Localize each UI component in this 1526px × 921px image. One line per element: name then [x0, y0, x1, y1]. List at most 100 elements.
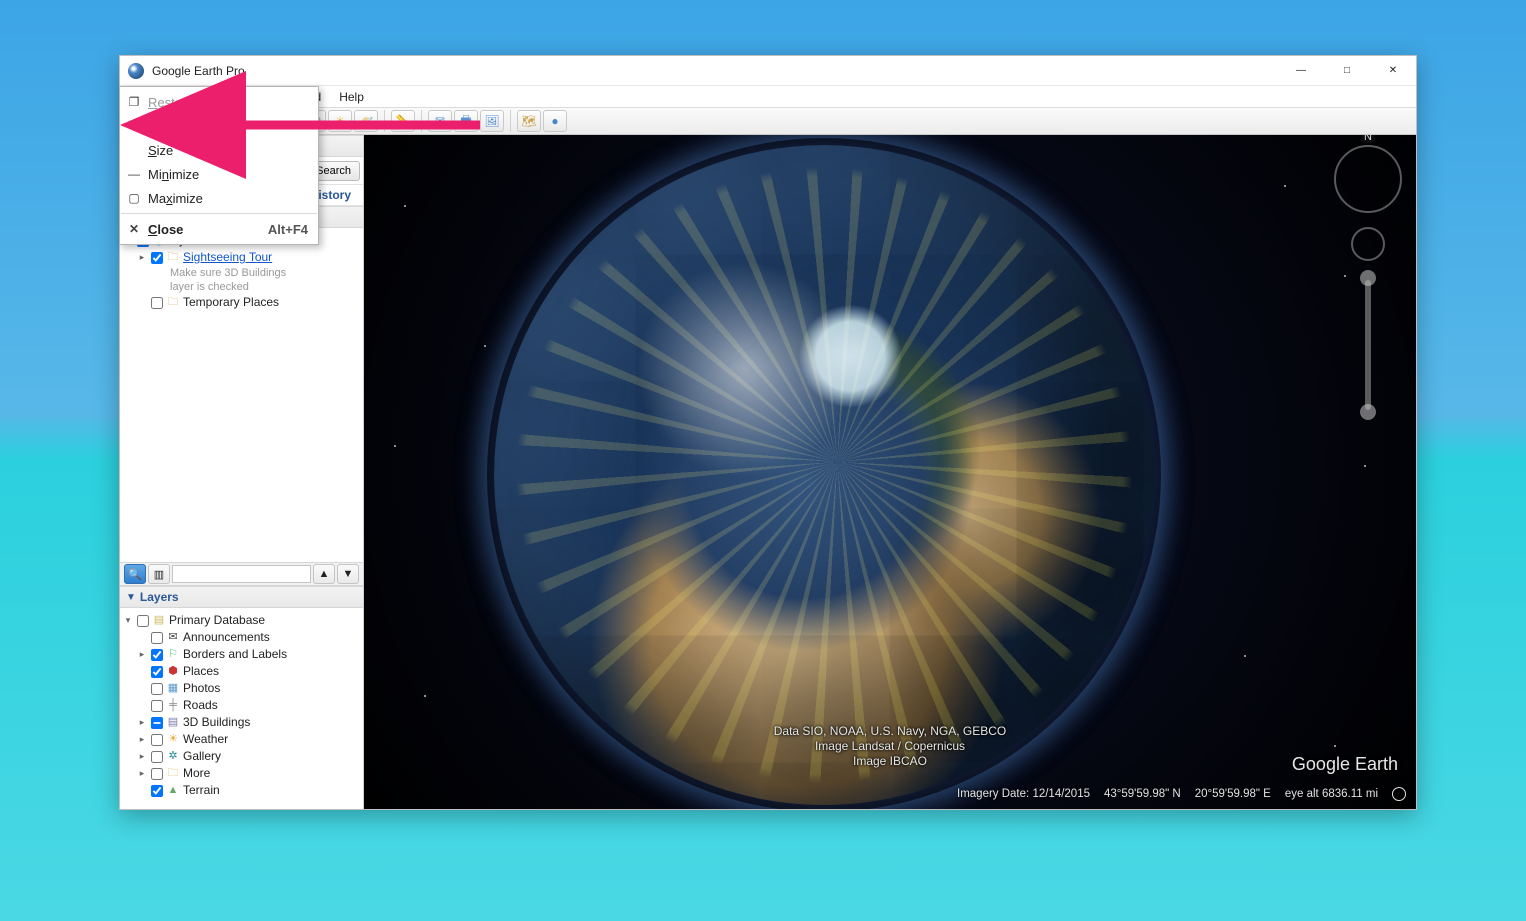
- layer-label: Gallery: [183, 748, 221, 765]
- layers-panel-header[interactable]: ▼ Layers: [120, 586, 363, 608]
- layer-icon: ▤: [166, 716, 180, 730]
- filter-input[interactable]: [172, 565, 311, 583]
- close-button[interactable]: ✕: [1370, 56, 1416, 86]
- checkbox[interactable]: [151, 768, 163, 780]
- panel-toggle-button[interactable]: ▥: [148, 564, 170, 584]
- look-joystick[interactable]: [1351, 227, 1385, 261]
- layer-icon: ▲: [166, 784, 180, 798]
- layers-tree: ▾ ▤ Primary Database ✉Announcements▸⚐Bor…: [120, 608, 363, 809]
- layer-label: Terrain: [183, 782, 220, 799]
- attribution-line: Data SIO, NOAA, U.S. Navy, NGA, GEBCO: [774, 724, 1007, 739]
- layer-label: Places: [183, 663, 219, 680]
- folder-icon: 🗀: [166, 296, 180, 310]
- layer-label: Roads: [183, 697, 218, 714]
- expand-icon[interactable]: ▸: [136, 714, 148, 731]
- checkbox[interactable]: [137, 615, 149, 627]
- layer-row[interactable]: ▸▤3D Buildings: [122, 714, 361, 731]
- layer-row[interactable]: ▸ ☀Weather: [122, 731, 361, 748]
- maximize-button[interactable]: □: [1324, 56, 1370, 86]
- layer-icon: ✲: [166, 750, 180, 764]
- maximize-icon: ▢: [126, 191, 142, 205]
- sysmenu-close[interactable]: ✕ Close Alt+F4: [120, 217, 318, 241]
- layer-icon: ☀: [166, 733, 180, 747]
- checkbox[interactable]: [151, 632, 163, 644]
- layer-icon: ⚐: [166, 648, 180, 662]
- layer-row[interactable]: ▦Photos: [122, 680, 361, 697]
- expand-icon[interactable]: ▸: [136, 646, 148, 663]
- record-indicator-icon: [1392, 787, 1406, 801]
- places-mini-toolbar: 🔍 ▥ ▲ ▼: [120, 562, 363, 586]
- zoom-slider[interactable]: [1365, 280, 1371, 410]
- view-in-maps-button[interactable]: 🗺: [517, 110, 541, 132]
- layer-row[interactable]: ✉Announcements: [122, 629, 361, 646]
- layer-row[interactable]: ⬢Places: [122, 663, 361, 680]
- tree-row-primary-db[interactable]: ▾ ▤ Primary Database: [122, 612, 361, 629]
- layer-icon: ╪: [166, 699, 180, 713]
- layer-row[interactable]: ╪Roads: [122, 697, 361, 714]
- hint-text: Make sure 3D Buildings: [170, 266, 361, 280]
- app-icon[interactable]: [128, 63, 144, 79]
- sysmenu-restore: ❐ Restore: [120, 90, 318, 114]
- compass-control[interactable]: N: [1334, 145, 1402, 213]
- titlebar[interactable]: Google Earth Pro — □ ✕: [120, 56, 1416, 86]
- close-icon: ✕: [126, 222, 142, 236]
- print-button[interactable]: 🖶: [454, 110, 478, 132]
- statusbar: Imagery Date: 12/14/2015 43°59'59.98" N …: [957, 787, 1406, 801]
- tree-row-sightseeing[interactable]: ▸ 🗀 Sightseeing Tour: [122, 249, 361, 266]
- sysmenu-size[interactable]: Size: [120, 138, 318, 162]
- ruler-button[interactable]: 📏: [391, 110, 415, 132]
- layer-icon: ✉: [166, 631, 180, 645]
- email-button[interactable]: ✉: [428, 110, 452, 132]
- imagery-attribution: Data SIO, NOAA, U.S. Navy, NGA, GEBCO Im…: [774, 724, 1007, 769]
- checkbox[interactable]: [151, 683, 163, 695]
- checkbox[interactable]: [151, 297, 163, 309]
- sysmenu-minimize[interactable]: — Minimize: [120, 162, 318, 186]
- window-title: Google Earth Pro: [152, 64, 245, 78]
- checkbox[interactable]: [151, 700, 163, 712]
- attribution-line: Image IBCAO: [774, 754, 1007, 769]
- checkbox[interactable]: [151, 785, 163, 797]
- checkbox[interactable]: [151, 252, 163, 264]
- save-image-button[interactable]: 🖼: [480, 110, 504, 132]
- find-button[interactable]: 🔍: [124, 564, 146, 584]
- minimize-icon: —: [126, 167, 142, 181]
- tree-label: Primary Database: [169, 612, 265, 629]
- globe-view-button[interactable]: ●: [543, 110, 567, 132]
- checkbox[interactable]: [151, 751, 163, 763]
- status-alt: eye alt 6836.11 mi: [1285, 788, 1378, 800]
- sunlight-button[interactable]: ☀: [328, 110, 352, 132]
- compass-north-label: N: [1361, 135, 1375, 143]
- minimize-button[interactable]: —: [1278, 56, 1324, 86]
- layer-icon: 🗀: [166, 767, 180, 781]
- layer-label: Announcements: [183, 629, 270, 646]
- tree-row-temp-places[interactable]: 🗀 Temporary Places: [122, 294, 361, 311]
- globe[interactable]: [494, 145, 1154, 805]
- planets-button[interactable]: 🪐: [354, 110, 378, 132]
- sightseeing-link[interactable]: Sightseeing Tour: [183, 249, 272, 266]
- layer-row[interactable]: ▸ ✲Gallery: [122, 748, 361, 765]
- menu-separator: [121, 213, 317, 214]
- expand-icon[interactable]: ▸: [136, 748, 148, 765]
- layer-label: Photos: [183, 680, 220, 697]
- sysmenu-maximize[interactable]: ▢ Maximize: [120, 186, 318, 210]
- layer-row[interactable]: ▸⚐Borders and Labels: [122, 646, 361, 663]
- map-viewport[interactable]: N Data SIO, NOAA, U.S. Navy, NGA, GEBCO …: [364, 135, 1416, 809]
- status-lon: 20°59'59.98" E: [1195, 788, 1271, 800]
- expand-icon[interactable]: ▸: [136, 765, 148, 782]
- checkbox[interactable]: [151, 717, 163, 729]
- checkbox[interactable]: [151, 666, 163, 678]
- sysmenu-move[interactable]: Move: [120, 114, 318, 138]
- layer-row[interactable]: ▸🗀More: [122, 765, 361, 782]
- tree-label: Temporary Places: [183, 294, 279, 311]
- menu-help[interactable]: Help: [331, 88, 372, 106]
- layer-label: Weather: [183, 731, 228, 748]
- expand-icon[interactable]: ▸: [136, 731, 148, 748]
- layer-icon: ▦: [166, 682, 180, 696]
- up-button[interactable]: ▲: [313, 564, 335, 584]
- system-menu[interactable]: ❐ Restore Move Size — Minimize ▢ Maximiz…: [119, 86, 319, 245]
- layer-row[interactable]: ▲Terrain: [122, 782, 361, 799]
- down-button[interactable]: ▼: [337, 564, 359, 584]
- checkbox[interactable]: [151, 649, 163, 661]
- checkbox[interactable]: [151, 734, 163, 746]
- country-borders-overlay: [494, 145, 1154, 805]
